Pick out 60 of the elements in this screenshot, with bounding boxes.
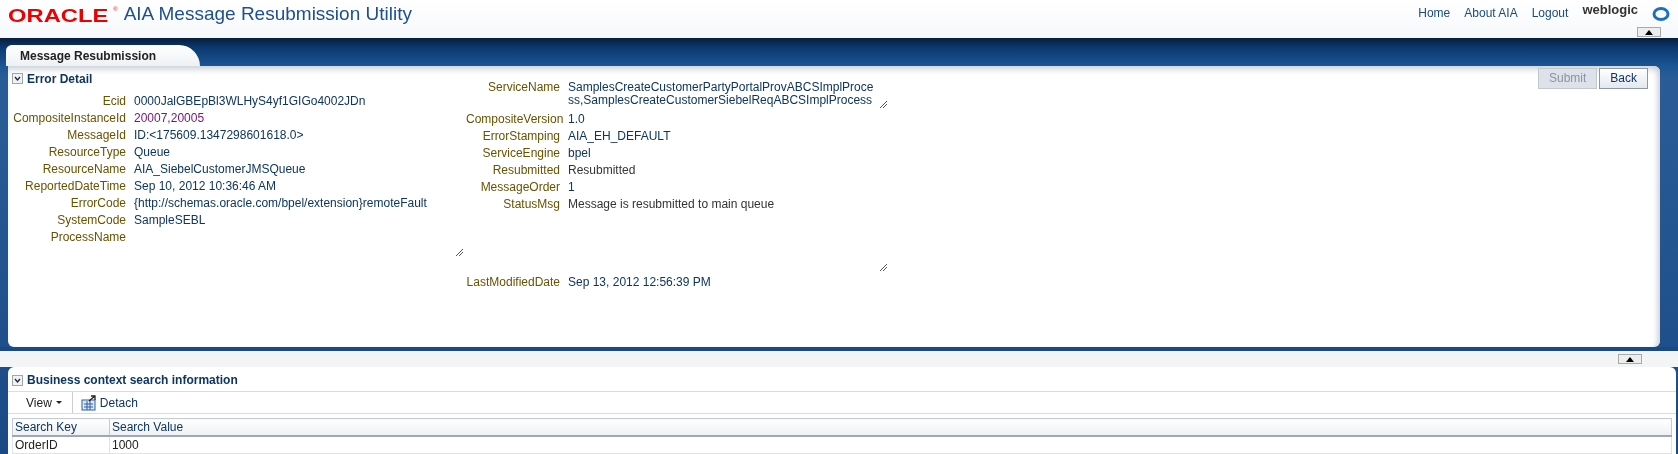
field-label: Ecid: [101, 94, 126, 108]
caret-icon: [55, 401, 62, 404]
field-label: ProcessName: [49, 230, 126, 246]
field-label: ErrorCode: [69, 196, 126, 210]
app-title: AIA Message Resubmission Utility: [123, 3, 412, 25]
field-value: {http://schemas.oracle.com/bpel/extension}remoteFault: [134, 196, 428, 210]
field-label: MessageOrder: [479, 180, 560, 194]
detach-button[interactable]: Detach: [80, 392, 138, 413]
tab[interactable]: Message Resubmission: [6, 44, 201, 66]
field-value: Resubmitted: [568, 163, 637, 177]
field-label: StatusMsg: [502, 197, 560, 213]
field-label: MessageId: [66, 128, 126, 142]
field-value: Queue: [134, 145, 172, 159]
collapse-button[interactable]: [1618, 354, 1642, 364]
up-arrow-icon: [1645, 29, 1653, 35]
user-name: weblogic: [1582, 2, 1638, 17]
field-value: AIA_SiebelCustomerJMSQueue: [134, 162, 307, 176]
field-value: bpel: [568, 146, 592, 160]
nav-link[interactable]: Home: [1418, 6, 1451, 20]
field-value: AIA_EH_DEFAULT: [568, 129, 672, 143]
disclosure-icon[interactable]: [12, 73, 23, 85]
view-menu[interactable]: View: [16, 392, 73, 413]
ring-icon: [1652, 5, 1670, 23]
field-label: LastModifiedDate: [466, 275, 560, 289]
nav-link[interactable]: Logout: [1531, 6, 1569, 20]
field-label: ServiceEngine: [481, 146, 560, 160]
table-cell: 1000: [109, 436, 1672, 454]
field-value: Sep 13, 2012 12:56:39 PM: [568, 275, 712, 289]
field-label: SystemCode: [56, 213, 126, 227]
field-label: ResourceName: [41, 162, 126, 176]
section-title: Business context search information: [27, 373, 238, 387]
detach-icon: [80, 394, 97, 411]
oracle-logo: ORACLE: [8, 5, 109, 27]
table-cell: OrderID: [12, 436, 110, 454]
field-label: ReportedDateTime: [24, 179, 126, 193]
column-header[interactable]: Search Key: [12, 418, 110, 436]
field-value: SamplesCreateCustomerPartyPortalProvABCSImplProcess,SamplesCreateCustomerSiebelReqABCSImplProcess: [568, 79, 874, 107]
section-title: Error Detail: [27, 71, 93, 86]
field-label: CompositeInstanceId: [12, 111, 126, 125]
field-value: SampleSEBL: [134, 213, 207, 227]
field-value: 1.0: [568, 112, 586, 126]
up-arrow-icon: [1626, 356, 1634, 362]
field-value: Sep 10, 2012 10:36:46 AM: [134, 179, 278, 193]
field-label: ServiceName: [486, 80, 560, 96]
field-value: ID:<175609.1347298601618.0>: [134, 128, 305, 142]
resize-grip-icon: [879, 99, 888, 109]
column-header[interactable]: Search Value: [109, 418, 1672, 436]
field-value: Message is resubmitted to main queue: [568, 196, 775, 211]
action-button[interactable]: Back: [1599, 67, 1648, 89]
disclosure-icon[interactable]: [12, 374, 23, 386]
field-label: ResourceType: [47, 145, 126, 159]
value-link[interactable]: 20007,20005: [134, 111, 464, 125]
collapse-button[interactable]: [1637, 27, 1661, 37]
nav-link[interactable]: About AIA: [1464, 6, 1518, 20]
field-value: 1: [568, 180, 576, 194]
field-label: Resubmitted: [491, 163, 560, 177]
field-value: 0000JalGBEpBl3WLHyS4yf1GIGo4002JDn: [134, 94, 367, 108]
resize-grip-icon: [455, 247, 464, 257]
resize-grip-icon: [879, 262, 888, 272]
field-label: ErrorStamping: [481, 129, 560, 143]
